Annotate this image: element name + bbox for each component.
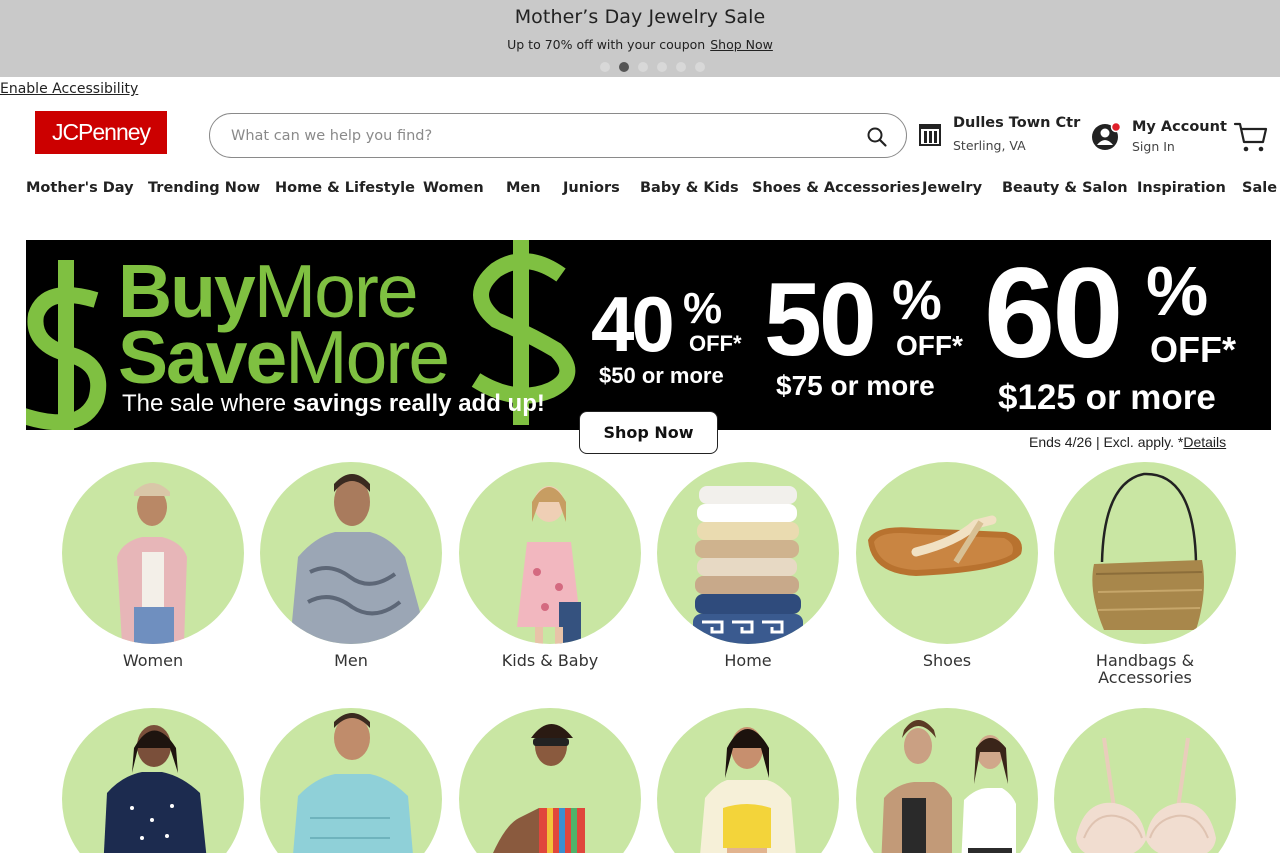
category-tile[interactable] — [657, 708, 839, 853]
category-tile[interactable] — [260, 708, 442, 853]
tier-60-off: OFF* — [1150, 329, 1236, 370]
banner-tagline: The sale where savings really add up! — [122, 392, 545, 416]
woman-yellow-top-image — [657, 708, 839, 853]
nav-juniors[interactable]: Juniors — [563, 180, 620, 196]
buy-more-save-more-banner[interactable]: BuyMore SaveMore The sale where savings … — [26, 240, 1271, 430]
details-link[interactable]: Details — [1183, 434, 1226, 450]
banner-tagline-light: The sale where — [122, 390, 293, 417]
woman-navy-top-image — [62, 708, 244, 853]
category-label: Shoes — [922, 651, 972, 670]
tier-40: 40 % OFF* $50 or more — [591, 285, 761, 395]
my-account-label: My Account — [1132, 119, 1227, 135]
carousel-dot[interactable] — [695, 62, 705, 72]
handbag-image — [1054, 462, 1236, 644]
tier-60-number: 60 — [984, 242, 1123, 385]
category-shoes[interactable]: Shoes — [856, 462, 1038, 669]
store-location: Sterling, VA — [953, 138, 1026, 153]
nav-shoes-accessories[interactable]: Shoes & Accessories — [752, 180, 920, 196]
category-kids-baby[interactable]: Kids & Baby — [459, 462, 641, 669]
nav-jewelry[interactable]: Jewelry — [922, 180, 982, 196]
banner-shop-now-button[interactable]: Shop Now — [579, 411, 718, 454]
category-tile[interactable] — [62, 708, 244, 853]
couple-casual-image — [856, 708, 1038, 853]
tier-50-off: OFF* — [896, 330, 963, 361]
main-nav: Mother's Day Trending Now Home & Lifesty… — [0, 180, 1280, 206]
tier-40-condition: $50 or more — [599, 363, 724, 388]
tier-50: 50 % OFF* $75 or more — [764, 268, 974, 408]
banner-line-2: SaveMore — [118, 320, 450, 395]
promo-shop-now-link[interactable]: Shop Now — [710, 37, 773, 52]
carousel-dot[interactable] — [600, 62, 610, 72]
category-men[interactable]: Men — [260, 462, 442, 669]
promo-subtitle-text: Up to 70% off with your coupon — [507, 37, 706, 52]
carousel-dot-active[interactable] — [619, 62, 629, 72]
tier-60: 60 % OFF* $125 or more — [984, 250, 1264, 425]
shopping-cart-icon[interactable] — [1233, 120, 1269, 154]
carousel-dot[interactable] — [638, 62, 648, 72]
category-tile[interactable] — [856, 708, 1038, 853]
store-selector[interactable]: Dulles Town Ctr Sterling, VA — [917, 114, 1081, 158]
banner-save: Save — [118, 315, 287, 399]
search-box — [209, 113, 907, 158]
nav-mothers-day[interactable]: Mother's Day — [26, 180, 134, 196]
category-handbags-accessories[interactable]: Handbags & Accessories — [1054, 462, 1236, 686]
sandal-image — [856, 462, 1038, 644]
category-tile[interactable] — [459, 708, 641, 853]
banner-more-2: More — [285, 315, 450, 399]
nav-men[interactable]: Men — [506, 180, 541, 196]
nav-sale[interactable]: Sale — [1242, 180, 1277, 196]
tier-50-number: 50 — [764, 262, 877, 378]
woman-pink-shirt-image — [62, 462, 244, 644]
tier-60-percent: % — [1146, 252, 1209, 330]
category-label: Kids & Baby — [501, 651, 599, 670]
man-print-shirt-image — [260, 462, 442, 644]
banner-tagline-bold: savings really add up! — [292, 390, 545, 417]
store-name: Dulles Town Ctr — [953, 115, 1081, 131]
category-home[interactable]: Home — [657, 462, 839, 669]
tier-40-off: OFF* — [689, 331, 742, 356]
tier-40-percent: % — [683, 284, 723, 333]
category-label: Home — [724, 651, 772, 670]
nav-baby-kids[interactable]: Baby & Kids — [640, 180, 739, 196]
promo-subtitle: Up to 70% off with your coupon Shop Now — [0, 37, 1280, 52]
girl-floral-dress-image — [459, 462, 641, 644]
search-icon[interactable] — [866, 126, 888, 148]
carousel-dot[interactable] — [657, 62, 667, 72]
nav-beauty-salon[interactable]: Beauty & Salon — [1002, 180, 1128, 196]
nav-trending-now[interactable]: Trending Now — [148, 180, 260, 196]
category-label: Handbags & Accessories — [1095, 651, 1195, 687]
carousel-dot[interactable] — [676, 62, 686, 72]
enable-accessibility-link[interactable]: Enable Accessibility — [0, 81, 138, 97]
jcpenney-logo[interactable]: JCPenney — [35, 111, 167, 154]
sign-in-label: Sign In — [1132, 139, 1175, 154]
nav-inspiration[interactable]: Inspiration — [1137, 180, 1226, 196]
man-blue-shirt-image — [260, 708, 442, 853]
banner-ends-text: Ends 4/26 | Excl. apply. * — [1029, 434, 1184, 450]
nav-home-lifestyle[interactable]: Home & Lifestyle — [275, 180, 415, 196]
category-tile[interactable] — [1054, 708, 1236, 853]
tier-50-percent: % — [892, 268, 942, 331]
promo-bar: Mother’s Day Jewelry Sale Up to 70% off … — [0, 0, 1280, 77]
account-icon — [1092, 121, 1122, 150]
tier-40-number: 40 — [591, 280, 675, 368]
tier-60-condition: $125 or more — [998, 378, 1216, 417]
banner-disclaimer: Ends 4/26 | Excl. apply. *Details — [1029, 434, 1226, 450]
search-input[interactable] — [231, 124, 841, 148]
category-label: Women — [122, 651, 184, 670]
towel-stack-image — [657, 462, 839, 644]
category-women[interactable]: Women — [62, 462, 244, 669]
category-label: Men — [334, 651, 368, 670]
carousel-dots — [600, 62, 705, 72]
bra-image — [1054, 708, 1236, 853]
woman-striped-swimsuit-image — [459, 708, 641, 853]
promo-title: Mother’s Day Jewelry Sale — [514, 6, 766, 28]
store-icon — [919, 124, 941, 146]
account-menu[interactable]: My Account Sign In — [1090, 116, 1227, 158]
tier-50-condition: $75 or more — [776, 370, 935, 401]
nav-women[interactable]: Women — [423, 180, 484, 196]
